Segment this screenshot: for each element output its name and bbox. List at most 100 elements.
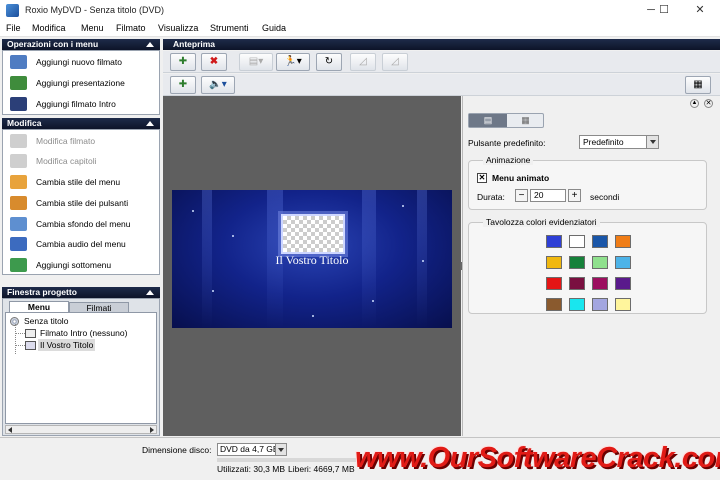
color-swatch[interactable] (569, 277, 585, 290)
animazione-title: Animazione (483, 155, 534, 165)
color-swatch[interactable] (592, 256, 608, 269)
layout-list-button[interactable]: ▤ (469, 114, 507, 127)
add-item-button-2[interactable]: ✚ (170, 76, 196, 94)
color-swatch[interactable] (615, 298, 631, 311)
menu-file[interactable]: File (6, 23, 21, 33)
align-button[interactable]: ▤▾ (239, 53, 273, 71)
collapse-panel-button[interactable]: ▲ (690, 99, 699, 108)
tree-label-title: Il Vostro Titolo (38, 339, 96, 351)
add-movie-icon (10, 55, 27, 69)
menu-filmato[interactable]: Filmato (116, 23, 146, 33)
disabled-tool-2[interactable]: ◿ (382, 53, 408, 71)
delete-button[interactable]: ✖ (201, 53, 227, 71)
collapse-icon (146, 121, 154, 126)
tree-line (15, 345, 25, 346)
view-toggle-button[interactable]: ▦ (685, 76, 711, 94)
durata-label: Durata: (477, 192, 505, 202)
menu-audio-label: Cambia audio del menu (36, 239, 126, 249)
add-intro-icon (10, 97, 27, 111)
menu-visualizza[interactable]: Visualizza (158, 23, 198, 33)
disabled-tool-icon: ◿ (391, 56, 399, 67)
add-item-icon: ✚ (178, 56, 188, 67)
tree-line (15, 324, 16, 354)
durata-increment-button[interactable]: + (568, 189, 581, 202)
view-toggle-icon: ▦ (693, 79, 703, 90)
title-button-thumbnail[interactable] (281, 214, 345, 254)
add-intro-label: Aggiungi filmato Intro (36, 99, 116, 109)
close-panel-button[interactable]: ✕ (704, 99, 713, 108)
list-view-icon: ▤ (483, 115, 493, 125)
menu-style-label: Cambia stile del menu (36, 177, 121, 187)
menu-audio-icon (10, 237, 27, 251)
audio-button[interactable]: 🔈▾ (201, 76, 235, 94)
animazione-group: Animazione ✕ Menu animato Durata: − 20 +… (468, 155, 707, 210)
modifica-header-label: Modifica (7, 118, 42, 128)
add-movie-label: Aggiungi nuovo filmato (36, 57, 123, 67)
durata-unit: secondi (590, 192, 620, 202)
tavolozza-title: Tavolozza colori evidenziatori (483, 217, 600, 227)
menu-background-icon (10, 217, 27, 231)
preview-toolbar-2: ✚ 🔈▾ ▦ (163, 74, 720, 96)
dimensione-select[interactable]: DVD da 4,7 GB (217, 443, 287, 456)
menu-animato-checkbox[interactable]: ✕ (477, 173, 487, 183)
pulsante-select[interactable]: Predefinito (579, 135, 659, 149)
motion-icon: 🏃▾ (284, 56, 302, 67)
color-swatch[interactable] (592, 298, 608, 311)
collapse-icon (146, 42, 154, 47)
tree-label-root: Senza titolo (24, 316, 69, 326)
color-swatch[interactable] (569, 298, 585, 311)
collapse-icon (146, 290, 154, 295)
color-swatch[interactable] (546, 256, 562, 269)
close-icon: ✕ (705, 100, 712, 107)
title-menu-icon (25, 341, 36, 350)
color-palette (546, 235, 636, 311)
dimensione-label: Dimensione disco: (142, 445, 212, 455)
color-swatch[interactable] (592, 277, 608, 290)
star (372, 300, 374, 302)
align-icon: ▤▾ (248, 56, 264, 67)
modifica-header[interactable]: Modifica (2, 118, 160, 129)
progetto-header[interactable]: Finestra progetto (2, 287, 160, 298)
chevron-up-icon: ▲ (691, 100, 698, 106)
operazioni-header[interactable]: Operazioni con i menu (2, 39, 160, 50)
motion-button[interactable]: 🏃▾ (276, 53, 310, 71)
tree-scrollbar[interactable] (5, 425, 157, 434)
color-swatch[interactable] (546, 298, 562, 311)
scroll-left-icon[interactable] (8, 427, 12, 433)
tree-line (15, 333, 25, 334)
add-submenu-label: Aggiungi sottomenu (36, 260, 112, 270)
durata-input[interactable]: 20 (530, 189, 566, 202)
menu-menu[interactable]: Menu (81, 23, 104, 33)
disabled-tool-icon: ◿ (359, 56, 367, 67)
canvas-title[interactable]: Il Vostro Titolo (172, 253, 452, 268)
color-swatch[interactable] (546, 277, 562, 290)
menu-guida[interactable]: Guida (262, 23, 286, 33)
menu-modifica[interactable]: Modifica (32, 23, 66, 33)
modifica-panel: Modifica filmato Modifica capitoli Cambi… (2, 129, 160, 275)
color-swatch[interactable] (546, 235, 562, 248)
edit-movie-icon (10, 134, 27, 148)
menu-strumenti[interactable]: Strumenti (210, 23, 249, 33)
liberi-text: Liberi: 4669,7 MB (288, 464, 355, 474)
color-swatch[interactable] (615, 235, 631, 248)
durata-decrement-button[interactable]: − (515, 189, 528, 202)
color-swatch[interactable] (615, 277, 631, 290)
color-swatch[interactable] (569, 235, 585, 248)
color-swatch[interactable] (592, 235, 608, 248)
add-item-button[interactable]: ✚ (170, 53, 196, 71)
menu-canvas[interactable]: Il Vostro Titolo (172, 190, 452, 328)
dimensione-select-value: DVD da 4,7 GB (220, 444, 279, 454)
scroll-right-icon[interactable] (150, 427, 154, 433)
delete-icon: ✖ (209, 56, 219, 67)
close-button[interactable]: ✕ (680, 0, 720, 21)
title-bar: Roxio MyDVD - Senza titolo (DVD) ─ ☐ ✕ (0, 0, 720, 21)
color-swatch[interactable] (615, 256, 631, 269)
button-style-icon (10, 196, 27, 210)
disk-usage-bar (217, 458, 357, 462)
disabled-tool-1[interactable]: ◿ (350, 53, 376, 71)
layout-grid-button[interactable]: ▦ (507, 114, 544, 127)
add-slideshow-label: Aggiungi presentazione (36, 78, 125, 88)
edit-chapters-label: Modifica capitoli (36, 156, 97, 166)
loop-button[interactable]: ↻ (316, 53, 342, 71)
color-swatch[interactable] (569, 256, 585, 269)
